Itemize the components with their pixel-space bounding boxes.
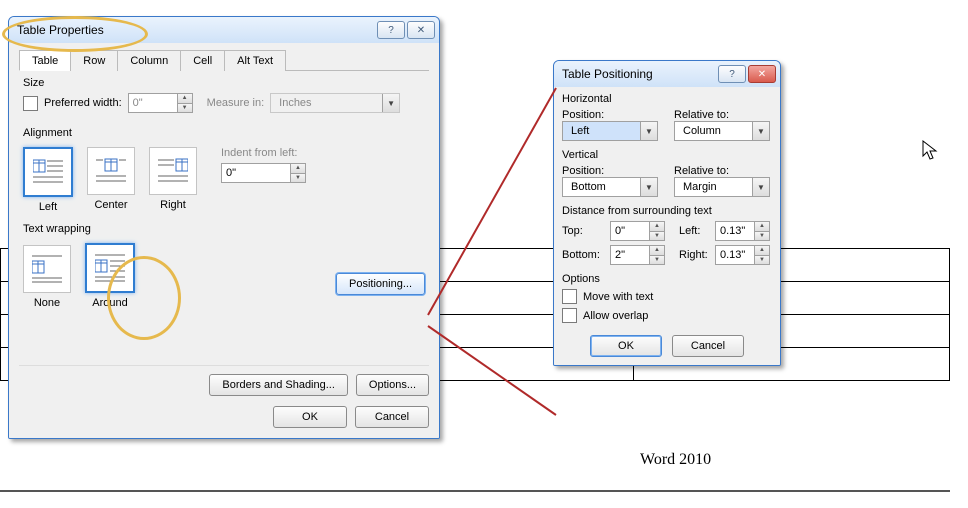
group-size: Size Preferred width: ▲▼ Measure in: Inc… (19, 77, 429, 121)
group-distance: Distance from surrounding text Top: ▲▼ L… (562, 205, 772, 265)
titlebar-table-properties[interactable]: Table Properties ? ✕ (9, 17, 439, 43)
close-button[interactable]: ✕ (407, 21, 435, 39)
preferred-width-label: Preferred width: (44, 97, 122, 109)
help-button[interactable]: ? (377, 21, 405, 39)
group-options: Options Move with text Allow overlap (562, 273, 772, 323)
indent-spinner[interactable]: ▲▼ (221, 163, 306, 183)
titlebar-table-positioning[interactable]: Table Positioning ? ✕ (554, 61, 780, 87)
cursor-icon (922, 140, 940, 162)
dialog-table-properties: Table Properties ? ✕ Table Row Column Ce… (8, 16, 440, 439)
v-position-label: Position: (562, 165, 660, 177)
indent-label: Indent from left: (221, 147, 306, 159)
left-spinner[interactable]: ▲▼ (715, 221, 770, 241)
positioning-ok-button[interactable]: OK (590, 335, 662, 357)
group-vertical: Vertical Position: Bottom▼ Relative to: … (562, 149, 772, 197)
v-relative-label: Relative to: (674, 165, 772, 177)
align-center[interactable] (87, 147, 135, 195)
tab-cell[interactable]: Cell (180, 50, 225, 71)
size-legend: Size (23, 77, 425, 89)
wrap-around[interactable] (85, 243, 135, 293)
caption-word2010: Word 2010 (640, 451, 711, 469)
right-spinner[interactable]: ▲▼ (715, 245, 770, 265)
v-position-combo[interactable]: Bottom▼ (562, 177, 658, 197)
alignment-legend: Alignment (23, 127, 429, 139)
h-relative-combo[interactable]: Column▼ (674, 121, 770, 141)
tab-table[interactable]: Table (19, 50, 71, 71)
ok-button[interactable]: OK (273, 406, 347, 428)
positioning-button[interactable]: Positioning... (336, 273, 425, 295)
group-alignment: Left Center Right Indent from left: ▲▼ (19, 141, 429, 219)
allow-overlap-checkbox[interactable] (562, 308, 577, 323)
bottom-spinner[interactable]: ▲▼ (610, 245, 665, 265)
group-wrapping: None Around Positioning... (19, 237, 429, 315)
page-shadow (0, 490, 950, 492)
cancel-button[interactable]: Cancel (355, 406, 429, 428)
bottom-label: Bottom: (562, 249, 604, 261)
indent-input[interactable] (221, 163, 291, 183)
h-relative-label: Relative to: (674, 109, 772, 121)
dialog-title: Table Properties (17, 23, 375, 37)
top-label: Top: (562, 225, 604, 237)
horizontal-legend: Horizontal (562, 93, 772, 105)
left-label: Left: (679, 225, 709, 237)
positioning-close-button[interactable]: ✕ (748, 65, 776, 83)
measure-in-label: Measure in: (207, 97, 264, 109)
table-options-button[interactable]: Options... (356, 374, 429, 396)
options-legend: Options (562, 273, 772, 285)
tab-column[interactable]: Column (117, 50, 181, 71)
vertical-legend: Vertical (562, 149, 772, 161)
tabstrip: Table Row Column Cell Alt Text (19, 49, 429, 71)
top-spinner[interactable]: ▲▼ (610, 221, 665, 241)
group-horizontal: Horizontal Position: Left▼ Relative to: … (562, 93, 772, 141)
v-relative-combo[interactable]: Margin▼ (674, 177, 770, 197)
dialog-table-positioning: Table Positioning ? ✕ Horizontal Positio… (553, 60, 781, 366)
tab-alttext[interactable]: Alt Text (224, 50, 286, 71)
preferred-width-checkbox[interactable] (23, 96, 38, 111)
align-right[interactable] (149, 147, 197, 195)
tab-row[interactable]: Row (70, 50, 118, 71)
preferred-width-spinner[interactable]: ▲▼ (128, 93, 193, 113)
move-with-text-checkbox[interactable] (562, 289, 577, 304)
positioning-cancel-button[interactable]: Cancel (672, 335, 744, 357)
align-left[interactable] (23, 147, 73, 197)
h-position-combo[interactable]: Left▼ (562, 121, 658, 141)
wrap-legend: Text wrapping (23, 223, 429, 235)
borders-shading-button[interactable]: Borders and Shading... (209, 374, 348, 396)
distance-legend: Distance from surrounding text (562, 205, 772, 217)
wrap-none[interactable] (23, 245, 71, 293)
h-position-label: Position: (562, 109, 660, 121)
right-label: Right: (679, 249, 709, 261)
positioning-title: Table Positioning (562, 67, 716, 81)
measure-in-combo[interactable]: Inches▼ (270, 93, 400, 113)
preferred-width-input[interactable] (128, 93, 178, 113)
positioning-help-button[interactable]: ? (718, 65, 746, 83)
